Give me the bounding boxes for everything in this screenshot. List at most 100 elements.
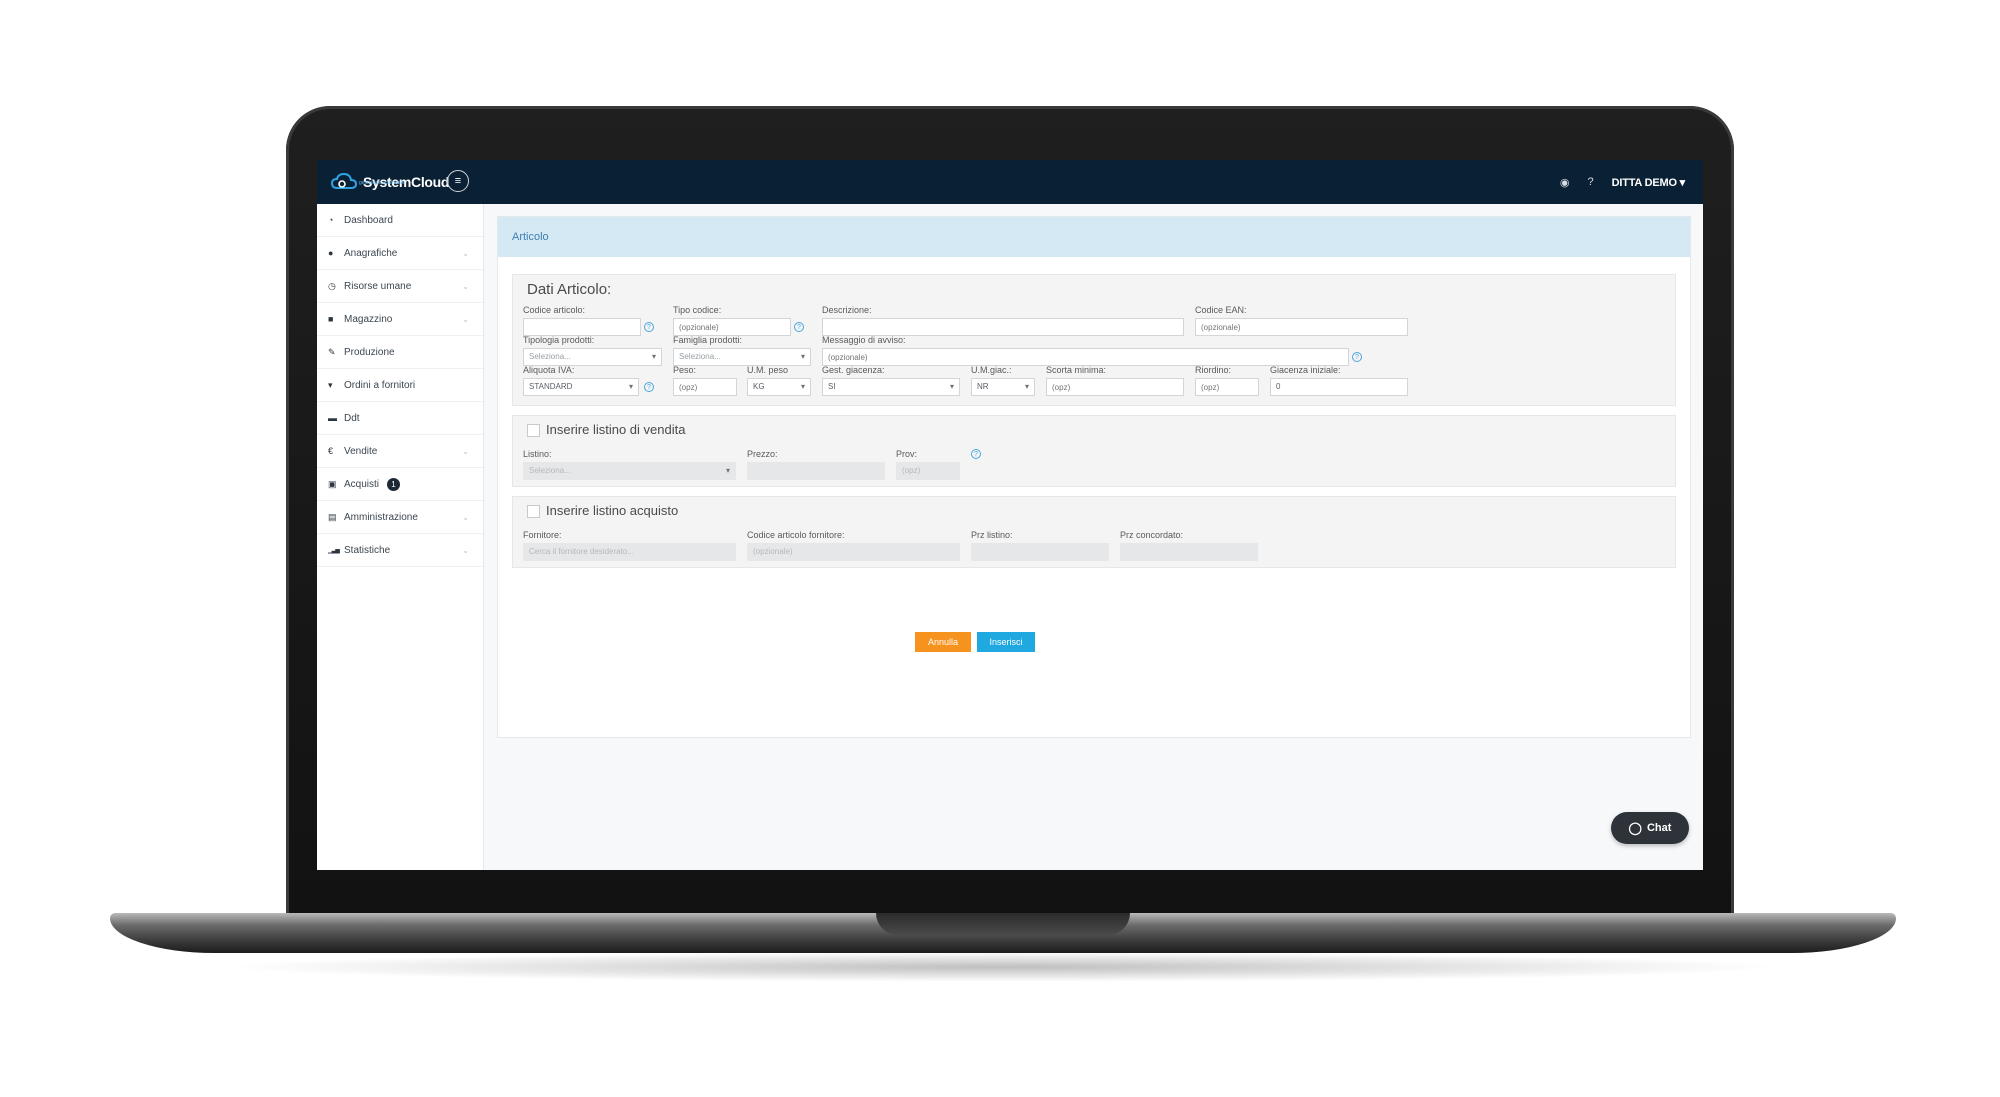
- aliquota-label: Aliquota IVA:: [523, 365, 575, 375]
- prz-concordato-label: Prz concordato:: [1120, 530, 1184, 540]
- folder-icon: ■: [328, 314, 334, 324]
- sidebar-item-label: Produzione: [344, 346, 395, 358]
- help-icon[interactable]: ?: [971, 449, 981, 459]
- sidebar-item-label: Ddt: [344, 412, 360, 424]
- listino-vendita-toggle[interactable]: Inserire listino di vendita: [527, 422, 686, 438]
- codice-articolo-input[interactable]: [523, 318, 641, 336]
- notification-badge: 1: [387, 477, 401, 491]
- famiglia-select[interactable]: Seleziona...: [673, 348, 811, 366]
- laptop-notch: [876, 913, 1130, 935]
- help-icon[interactable]: ?: [794, 322, 804, 332]
- menu-toggle-icon[interactable]: ≡: [447, 170, 469, 192]
- page-title: Articolo: [498, 217, 1690, 257]
- um-peso-select[interactable]: KG: [747, 378, 811, 396]
- company-menu[interactable]: DITTA DEMO ▾: [1612, 176, 1686, 189]
- scorta-input[interactable]: [1046, 378, 1184, 396]
- prezzo-label: Prezzo:: [747, 449, 778, 459]
- sidebar-item-vendite[interactable]: € Vendite ⌄: [317, 435, 483, 468]
- codice-fornitore-label: Codice articolo fornitore:: [747, 530, 845, 540]
- main-content: Articolo Dati Articolo: Codice articolo:…: [497, 216, 1691, 738]
- sidebar-item-statistiche[interactable]: ▁▃▅ Statistiche ⌄: [317, 534, 483, 567]
- listino-acquisto-panel: Inserire listino acquisto Fornitore: Cer…: [512, 496, 1676, 568]
- screen: SystemCloud gestionale aziendale ≡ ◉ ? D…: [317, 160, 1703, 870]
- clock-icon: ◷: [328, 280, 336, 291]
- chat-button[interactable]: ◯ Chat: [1611, 812, 1689, 844]
- euro-icon: €: [328, 446, 334, 456]
- money-icon: ▣: [328, 478, 337, 489]
- sidebar-item-produzione[interactable]: ✎ Produzione: [317, 336, 483, 369]
- logo-subtitle: gestionale aziendale: [359, 180, 405, 186]
- insert-button[interactable]: Inserisci: [977, 632, 1035, 652]
- user-icon: ●: [328, 248, 334, 258]
- peso-label: Peso:: [673, 365, 697, 375]
- listino-acquisto-toggle[interactable]: Inserire listino acquisto: [527, 503, 679, 519]
- prezzo-input[interactable]: [747, 462, 885, 480]
- giacenza-input[interactable]: 0: [1270, 378, 1408, 396]
- chevron-down-icon: ⌄: [462, 512, 469, 522]
- wrench-icon: ✎: [328, 346, 336, 357]
- sidebar-item-dashboard[interactable]: ◔ Dashboard: [317, 204, 483, 237]
- gest-giacenza-select[interactable]: SI: [822, 378, 960, 396]
- sidebar-item-label: Amministrazione: [344, 511, 418, 523]
- sidebar-item-ddt[interactable]: ▬ Ddt: [317, 402, 483, 435]
- chevron-down-icon: ⌄: [462, 248, 469, 258]
- prov-input[interactable]: (opz): [896, 462, 960, 480]
- fornitore-input[interactable]: Cerca il fornitore desiderato...: [523, 543, 736, 561]
- chevron-down-icon: ⌄: [462, 446, 469, 456]
- um-giac-label: U.M.giac.:: [971, 365, 1012, 375]
- cloud-logo-icon: [331, 172, 357, 189]
- prz-listino-label: Prz listino:: [971, 530, 1013, 540]
- messaggio-label: Messaggio di avviso:: [822, 335, 906, 345]
- panel-title: Inserire listino di vendita: [546, 422, 686, 437]
- scorta-label: Scorta minima:: [1046, 365, 1107, 375]
- prz-listino-input[interactable]: [971, 543, 1109, 561]
- tipologia-label: Tipologia prodotti:: [523, 335, 595, 345]
- top-bar: SystemCloud gestionale aziendale ≡ ◉ ? D…: [317, 160, 1703, 204]
- eye-icon[interactable]: ◉: [1560, 176, 1570, 189]
- riordino-input[interactable]: [1195, 378, 1259, 396]
- sidebar-item-amministrazione[interactable]: ▤ Amministrazione ⌄: [317, 501, 483, 534]
- listino-vendita-checkbox[interactable]: [527, 424, 540, 438]
- sidebar-item-acquisti[interactable]: ▣ Acquisti 1: [317, 468, 483, 501]
- sidebar-item-magazzino[interactable]: ■ Magazzino ⌄: [317, 303, 483, 336]
- prov-label: Prov:: [896, 449, 918, 459]
- listino-acquisto-checkbox[interactable]: [527, 505, 540, 519]
- codice-ean-input[interactable]: [1195, 318, 1408, 336]
- codice-fornitore-input[interactable]: (opzionale): [747, 543, 960, 561]
- riordino-label: Riordino:: [1195, 365, 1232, 375]
- help-icon[interactable]: ?: [1352, 352, 1362, 362]
- famiglia-label: Famiglia prodotti:: [673, 335, 743, 345]
- panel-title: Inserire listino acquisto: [546, 503, 679, 518]
- cancel-button[interactable]: Annulla: [915, 632, 971, 652]
- prz-concordato-input[interactable]: [1120, 543, 1258, 561]
- tipo-codice-input[interactable]: [673, 318, 791, 336]
- codice-ean-label: Codice EAN:: [1195, 305, 1247, 315]
- sidebar-item-label: Magazzino: [344, 313, 393, 325]
- sidebar-item-ordini-fornitori[interactable]: ▾ Ordini a fornitori: [317, 369, 483, 402]
- descrizione-input[interactable]: [822, 318, 1184, 336]
- topbar-right: ◉ ? DITTA DEMO ▾: [1560, 160, 1685, 204]
- peso-input[interactable]: [673, 378, 737, 396]
- chevron-down-icon: ⌄: [462, 281, 469, 291]
- messaggio-input[interactable]: [822, 348, 1349, 366]
- document-icon: ▤: [328, 511, 337, 522]
- laptop-shadow: [220, 952, 1786, 982]
- chat-bubble-icon: ◯: [1628, 821, 1642, 835]
- listino-select[interactable]: Seleziona...: [523, 462, 736, 480]
- sidebar-item-anagrafiche[interactable]: ● Anagrafiche ⌄: [317, 237, 483, 270]
- help-icon[interactable]: ?: [644, 322, 654, 332]
- um-giac-select[interactable]: NR: [971, 378, 1035, 396]
- sidebar-item-label: Statistiche: [344, 544, 391, 556]
- um-peso-label: U.M. peso: [747, 365, 789, 375]
- giacenza-label: Giacenza iniziale:: [1270, 365, 1341, 375]
- descrizione-label: Descrizione:: [822, 305, 872, 315]
- gest-giacenza-label: Gest. giacenza:: [822, 365, 885, 375]
- chat-label: Chat: [1646, 822, 1672, 834]
- sidebar-item-label: Ordini a fornitori: [344, 379, 416, 391]
- aliquota-select[interactable]: STANDARD: [523, 378, 639, 396]
- sidebar-item-label: Vendite: [344, 445, 378, 457]
- help-icon[interactable]: ?: [1587, 176, 1593, 188]
- sidebar-item-risorse-umane[interactable]: ◷ Risorse umane ⌄: [317, 270, 483, 303]
- help-icon[interactable]: ?: [644, 382, 654, 392]
- tipologia-select[interactable]: Seleziona...: [523, 348, 662, 366]
